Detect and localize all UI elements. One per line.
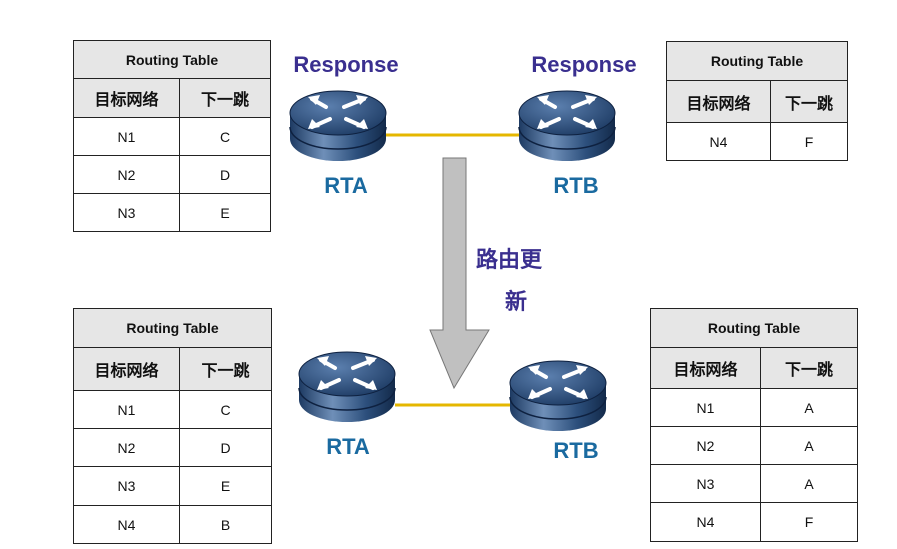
router-rtb-top	[517, 89, 617, 163]
router-label-rtb-bottom: RTB	[553, 438, 599, 463]
cell: C	[179, 390, 272, 429]
table-row: N1 C	[73, 117, 271, 156]
cell: A	[760, 464, 858, 503]
cell: N4	[650, 502, 761, 542]
table-row: N3 E	[73, 466, 272, 506]
cell: N1	[73, 117, 180, 156]
cell: A	[760, 426, 858, 465]
routing-table-top-right: Routing Table 目标网络 下一跳 N4 F	[666, 41, 848, 161]
cell: N3	[73, 466, 180, 506]
diagram: Response Response RTA RTB RTA RTB 路由更 新 …	[0, 0, 897, 549]
col-header-next-hop: 下一跳	[179, 347, 272, 391]
table-row: N3 A	[650, 464, 858, 503]
routing-table-top-left: Routing Table 目标网络 下一跳 N1 C N2 D N3 E	[73, 40, 271, 232]
table-row: N4 F	[650, 502, 858, 542]
cell: B	[179, 505, 272, 544]
col-header-next-hop: 下一跳	[760, 347, 858, 389]
table-row: N2 D	[73, 428, 272, 467]
col-header-destination: 目标网络	[73, 78, 180, 118]
router-rtb-bottom	[508, 359, 608, 433]
response-label-rtb: Response	[531, 52, 637, 77]
cell: A	[760, 388, 858, 427]
table-row: N2 D	[73, 155, 271, 194]
cell: N4	[666, 122, 771, 161]
cell: N3	[73, 193, 180, 232]
cell: N1	[73, 390, 180, 429]
cell: F	[760, 502, 858, 542]
routing-table-bottom-right: Routing Table 目标网络 下一跳 N1 A N2 A N3 A N4 F	[650, 308, 858, 542]
table-row: N1 A	[650, 388, 858, 427]
col-header-destination: 目标网络	[73, 347, 180, 391]
response-label-rta: Response	[293, 52, 399, 77]
col-header-next-hop: 下一跳	[770, 80, 848, 123]
cell: N2	[650, 426, 761, 465]
table-row: N4 B	[73, 505, 272, 544]
cell: F	[770, 122, 848, 161]
cell: N1	[650, 388, 761, 427]
cell: E	[179, 466, 272, 506]
table-row: N2 A	[650, 426, 858, 465]
cell: D	[179, 155, 271, 194]
router-label-rtb-top: RTB	[553, 173, 599, 198]
table-row: N1 C	[73, 390, 272, 429]
table-row: N4 F	[666, 122, 848, 161]
col-header-next-hop: 下一跳	[179, 78, 271, 118]
cell: N4	[73, 505, 180, 544]
router-label-rta-top: RTA	[324, 173, 368, 198]
router-rta-bottom	[297, 350, 397, 424]
cell: D	[179, 428, 272, 467]
update-label-2: 新	[504, 289, 528, 314]
cell: E	[179, 193, 271, 232]
table-title: Routing Table	[650, 308, 858, 348]
table-title: Routing Table	[666, 41, 848, 81]
router-label-rta-bottom: RTA	[326, 434, 370, 459]
col-header-destination: 目标网络	[666, 80, 771, 123]
cell: N2	[73, 155, 180, 194]
col-header-destination: 目标网络	[650, 347, 761, 389]
table-title: Routing Table	[73, 40, 271, 79]
routing-table-bottom-left: Routing Table 目标网络 下一跳 N1 C N2 D N3 E N4 B	[73, 308, 272, 544]
router-rta-top	[288, 89, 388, 163]
table-row: N3 E	[73, 193, 271, 232]
update-label-1: 路由更	[475, 247, 543, 272]
table-title: Routing Table	[73, 308, 272, 348]
cell: N2	[73, 428, 180, 467]
cell: N3	[650, 464, 761, 503]
cell: C	[179, 117, 271, 156]
